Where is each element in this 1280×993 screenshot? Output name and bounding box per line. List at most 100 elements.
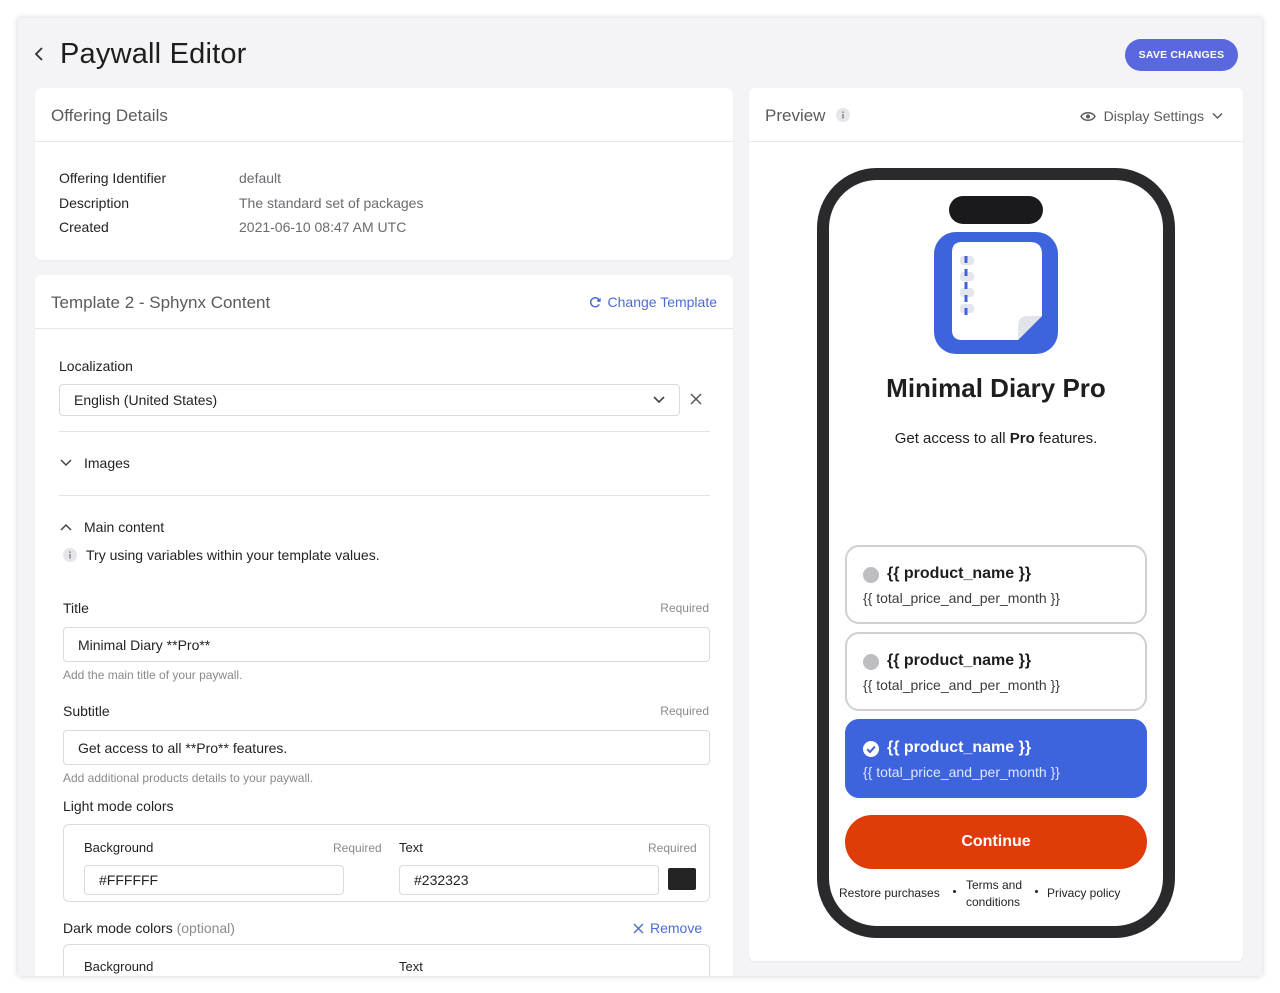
- package-name: {{ product_name }}: [887, 565, 1032, 582]
- preview-card: Preview Display Settings Minimal Diary P…: [749, 88, 1243, 961]
- localization-label: Localization: [59, 358, 133, 374]
- light-background-input[interactable]: #FFFFFF: [84, 865, 344, 895]
- radio-unselected-icon: [863, 567, 879, 583]
- light-text-color-swatch[interactable]: [668, 868, 696, 890]
- continue-button[interactable]: Continue: [845, 815, 1147, 869]
- app-title-bold: Pro: [1062, 373, 1106, 403]
- checkmark-circle-icon: [863, 741, 879, 757]
- light-text-required: Required: [648, 841, 697, 855]
- light-mode-colors-label: Light mode colors: [63, 798, 174, 814]
- footer-separator-dot: [953, 890, 956, 893]
- light-background-required: Required: [333, 841, 382, 855]
- divider: [59, 495, 710, 496]
- hint-text: Try using variables within your template…: [86, 547, 380, 563]
- subtitle-help: Add additional products details to your …: [63, 771, 314, 785]
- light-mode-colors-box: Background Required #FFFFFF Text Require…: [63, 824, 710, 902]
- app-window: Paywall Editor SAVE CHANGES Offering Det…: [18, 18, 1262, 976]
- package-option-selected[interactable]: {{ product_name }} {{ total_price_and_pe…: [845, 719, 1147, 798]
- description-value: The standard set of packages: [239, 195, 424, 211]
- restore-purchases-link[interactable]: Restore purchases: [839, 886, 940, 900]
- package-price: {{ total_price_and_per_month }}: [863, 677, 1060, 693]
- title-help: Add the main title of your paywall.: [63, 668, 243, 682]
- main-content-section-toggle[interactable]: Main content: [60, 519, 164, 535]
- phone-preview: Minimal Diary Pro Get access to all Pro …: [817, 168, 1175, 938]
- chevron-down-icon: [653, 396, 665, 404]
- offering-identifier-label: Offering Identifier: [59, 170, 167, 186]
- app-title-plain: Minimal Diary: [886, 373, 1056, 403]
- light-text-label: Text: [399, 840, 423, 855]
- preview-title: Preview: [765, 106, 826, 125]
- clear-localization-icon[interactable]: [689, 392, 703, 406]
- offering-details-title: Offering Details: [51, 106, 168, 125]
- template-card: Template 2 - Sphynx Content Change Templ…: [35, 275, 733, 976]
- localization-value: English (United States): [74, 392, 218, 408]
- offering-details-header: Offering Details: [35, 88, 733, 142]
- footer-separator-dot: [1035, 890, 1038, 893]
- created-value: 2021-06-10 08:47 AM UTC: [239, 219, 407, 235]
- info-icon[interactable]: [836, 108, 850, 122]
- change-template-label: Change Template: [607, 294, 717, 310]
- chevron-down-icon: [60, 459, 72, 467]
- title-required: Required: [660, 601, 709, 615]
- remove-label: Remove: [650, 920, 703, 936]
- page-header: Paywall Editor SAVE CHANGES: [18, 18, 1262, 88]
- images-label: Images: [84, 455, 130, 471]
- dark-mode-colors-box: Background Text: [63, 944, 710, 976]
- back-chevron-icon[interactable]: [32, 44, 46, 64]
- description-label: Description: [59, 195, 130, 211]
- preview-subtitle-bold: Pro: [1009, 430, 1035, 447]
- privacy-policy-link[interactable]: Privacy policy: [1047, 886, 1120, 900]
- offering-identifier-link[interactable]: default: [239, 170, 281, 186]
- subtitle-required: Required: [660, 704, 709, 718]
- light-background-label: Background: [84, 840, 154, 855]
- remove-dark-colors-button[interactable]: Remove: [633, 920, 702, 936]
- package-option[interactable]: {{ product_name }} {{ total_price_and_pe…: [845, 632, 1147, 711]
- package-name: {{ product_name }}: [887, 652, 1032, 669]
- chevron-down-icon: [1212, 112, 1223, 120]
- eye-icon: [1079, 111, 1096, 121]
- terms-line-1: Terms and: [966, 878, 1023, 892]
- preview-header: Preview Display Settings: [749, 88, 1243, 142]
- radio-unselected-icon: [863, 654, 879, 670]
- template-title: Template 2 - Sphynx Content: [51, 293, 271, 312]
- template-header: Template 2 - Sphynx Content Change Templ…: [35, 275, 733, 329]
- preview-subtitle-pre: Get access to all: [894, 430, 1010, 447]
- title-input[interactable]: Minimal Diary **Pro**: [63, 627, 710, 662]
- dark-mode-colors-title: Dark mode colors: [63, 920, 173, 936]
- diary-app-icon: [934, 232, 1058, 354]
- phone-notch: [949, 196, 1043, 224]
- change-template-button[interactable]: Change Template: [589, 294, 717, 310]
- display-settings-label: Display Settings: [1103, 108, 1204, 124]
- dark-text-label: Text: [399, 959, 423, 974]
- package-price: {{ total_price_and_per_month }}: [863, 590, 1060, 606]
- package-option[interactable]: {{ product_name }} {{ total_price_and_pe…: [845, 545, 1147, 624]
- refresh-icon: [589, 296, 601, 308]
- display-settings-dropdown[interactable]: Display Settings: [1079, 108, 1223, 124]
- terms-link[interactable]: Terms and conditions: [966, 877, 1022, 911]
- close-icon: [633, 923, 644, 933]
- offering-details-card: Offering Details Offering Identifier def…: [35, 88, 733, 260]
- images-section-toggle[interactable]: Images: [60, 455, 130, 471]
- subtitle-input[interactable]: Get access to all **Pro** features.: [63, 730, 710, 765]
- terms-line-2: conditions: [966, 895, 1021, 909]
- page-title: Paywall Editor: [60, 38, 247, 70]
- preview-subtitle-post: features.: [1034, 430, 1098, 447]
- divider: [59, 431, 710, 432]
- title-field-label: Title: [63, 600, 89, 616]
- dark-mode-optional: (optional): [176, 920, 235, 936]
- package-price: {{ total_price_and_per_month }}: [863, 764, 1060, 780]
- dark-mode-colors-label: Dark mode colors (optional): [63, 920, 235, 936]
- save-changes-button[interactable]: SAVE CHANGES: [1125, 39, 1238, 71]
- hint-row: Try using variables within your template…: [63, 547, 380, 563]
- main-content-label: Main content: [84, 519, 165, 535]
- info-icon: [63, 548, 77, 562]
- dark-background-label: Background: [84, 959, 154, 974]
- created-label: Created: [59, 219, 109, 235]
- chevron-up-icon: [60, 523, 72, 531]
- package-name: {{ product_name }}: [887, 739, 1032, 756]
- light-text-input[interactable]: #232323: [399, 865, 659, 895]
- localization-select[interactable]: English (United States): [59, 384, 680, 416]
- preview-app-title: Minimal Diary Pro: [829, 373, 1163, 404]
- preview-subtitle: Get access to all Pro features.: [829, 430, 1163, 447]
- subtitle-field-label: Subtitle: [63, 703, 110, 719]
